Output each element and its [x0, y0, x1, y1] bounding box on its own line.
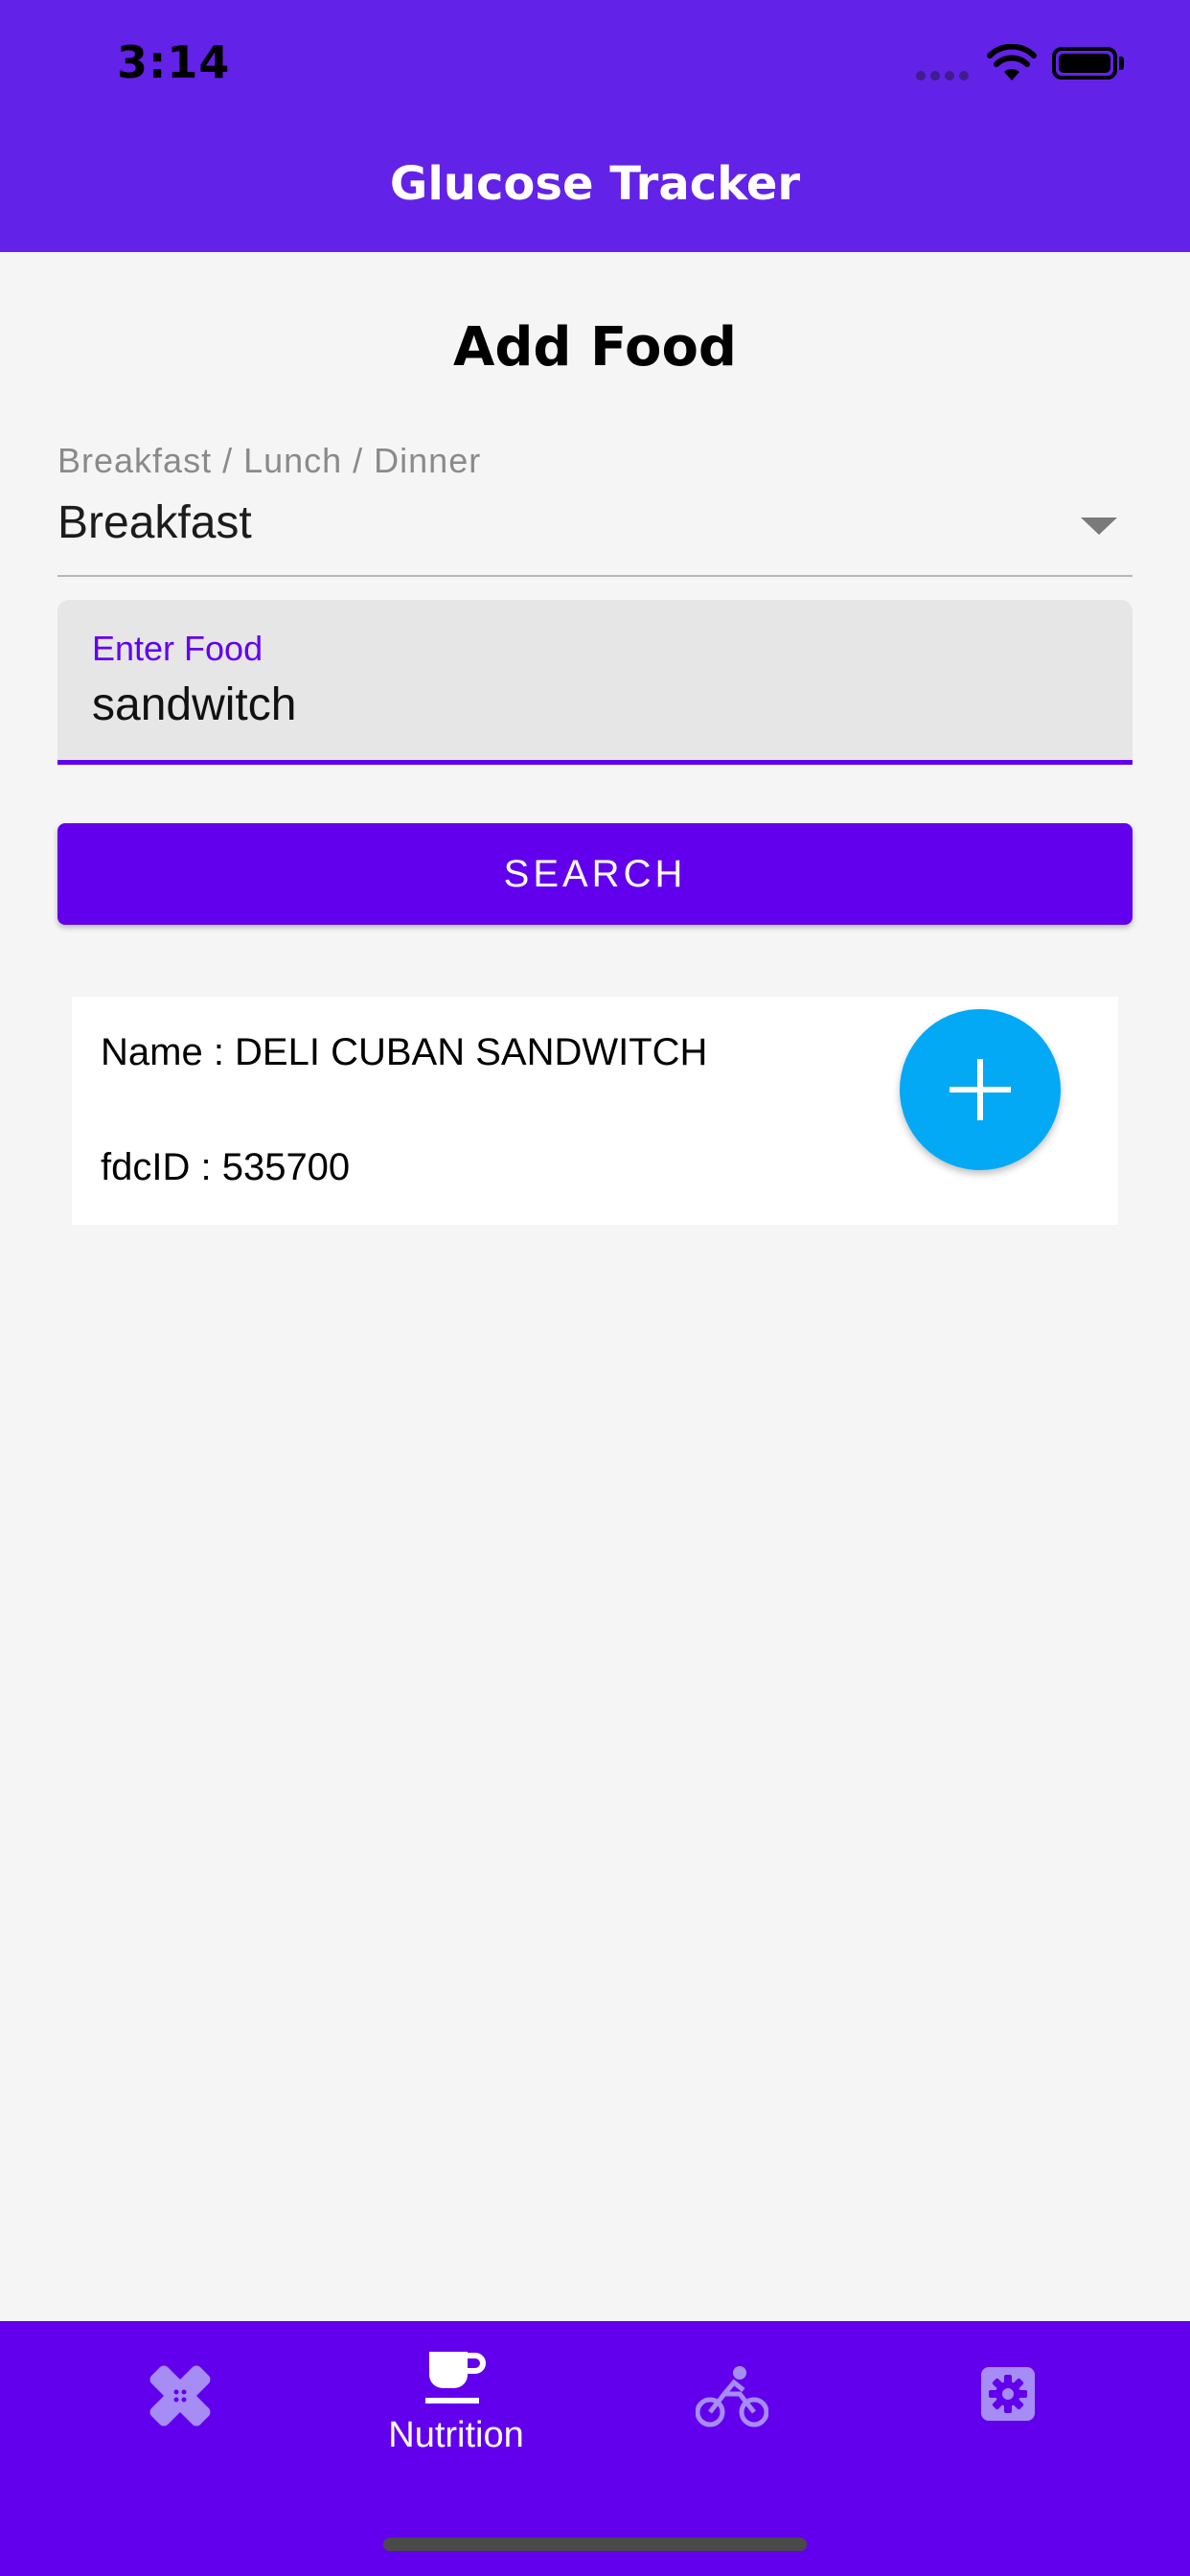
tab-label: Nutrition [388, 2415, 524, 2455]
food-input[interactable]: sandwitch [92, 678, 296, 731]
meal-select-underline [57, 575, 1133, 577]
status-time: 3:14 [117, 36, 231, 88]
app-bar: 3:14 Glucose Tracker [0, 0, 1190, 252]
result-fdc-id: fdcID : 535700 [101, 1146, 351, 1188]
search-button[interactable]: SEARCH [57, 823, 1133, 925]
battery-icon [1052, 47, 1117, 80]
tab-settings[interactable] [870, 2321, 1146, 2513]
plus-icon [950, 1059, 1011, 1120]
food-field-label: Enter Food [92, 629, 263, 668]
food-search-field[interactable]: Enter Food sandwitch [57, 600, 1133, 765]
app-title: Glucose Tracker [389, 157, 801, 211]
bandage-icon [149, 2365, 211, 2426]
bicycle-rider-icon [696, 2366, 768, 2427]
dropdown-arrow-icon[interactable] [1081, 518, 1117, 535]
page-title: Add Food [452, 316, 738, 379]
battery-tip [1119, 57, 1124, 70]
list-item: Name : DELI CUBAN SANDWITCH fdcID : 5357… [72, 997, 1118, 1225]
wifi-icon [987, 44, 1037, 80]
result-name: Name : DELI CUBAN SANDWITCH [101, 1031, 708, 1073]
home-indicator[interactable] [383, 2538, 807, 2551]
coffee-cup-icon [425, 2352, 486, 2404]
meal-select[interactable]: Breakfast [57, 496, 252, 549]
tab-health[interactable] [42, 2321, 318, 2513]
add-food-button[interactable] [900, 1009, 1061, 1170]
food-field-underline [57, 760, 1133, 765]
gear-icon [981, 2367, 1035, 2421]
cellular-signal-icon [916, 71, 970, 80]
meal-select-label: Breakfast / Lunch / Dinner [57, 441, 482, 480]
tab-nutrition[interactable]: Nutrition [318, 2321, 594, 2513]
tab-exercise[interactable] [594, 2321, 870, 2513]
